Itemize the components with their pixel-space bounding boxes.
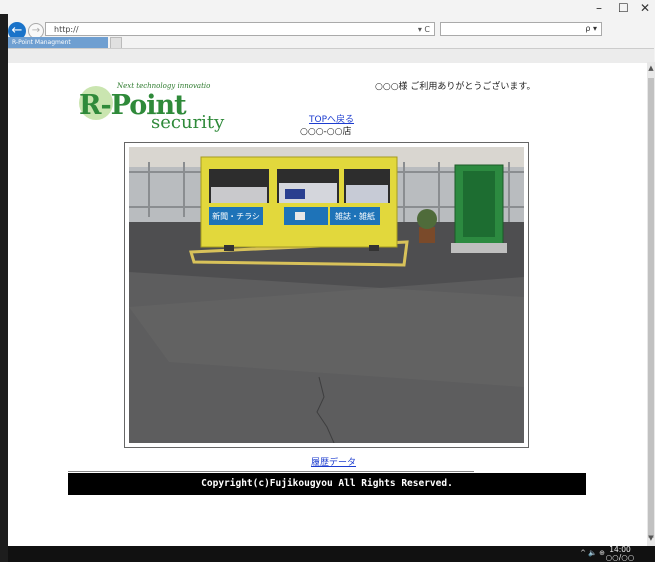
maximize-button[interactable]: ☐: [618, 2, 629, 14]
address-bar[interactable]: http:// ▾ C: [45, 22, 435, 36]
title-bar: – ☐ ✕: [0, 0, 655, 14]
greeting-text: ○○○様 ご利用ありがとうございます。: [375, 82, 536, 92]
sign-left: 新聞・チラシ: [212, 211, 260, 221]
footer-divider: [68, 471, 474, 472]
scroll-up-icon[interactable]: ▲: [647, 64, 655, 74]
clock[interactable]: 14:00 ○○/○○: [601, 546, 639, 562]
browser-chrome: – ☐ ✕ ← → http:// ▾ C ρ ▾ R-Point Managm…: [0, 0, 655, 63]
forward-arrow-icon: →: [31, 25, 41, 36]
clock-date: ○○/○○: [605, 553, 635, 562]
store-name: ○○○-○○店: [300, 127, 352, 137]
camera-image: 新聞・チラシ 雑誌・雑紙: [129, 147, 524, 443]
scroll-down-icon[interactable]: ▼: [647, 534, 655, 544]
r-point-logo: Next technology innovatio R-Point securi…: [75, 80, 235, 133]
copyright-footer: Copyright(c)Fujikougyou All Rights Reser…: [68, 473, 586, 495]
camera-view: 新聞・チラシ 雑誌・雑紙: [124, 142, 529, 448]
logo-tagline: Next technology innovatio: [117, 82, 211, 90]
search-input[interactable]: ρ ▾: [440, 22, 602, 36]
scroll-thumb[interactable]: [648, 78, 654, 538]
tab-r-point[interactable]: R-Point Managment: [8, 37, 108, 48]
address-url: http://: [54, 25, 79, 34]
minimize-button[interactable]: –: [596, 2, 602, 14]
window-frame: [0, 14, 8, 562]
vertical-scrollbar[interactable]: ▲ ▼: [647, 62, 655, 546]
toolbar-strip: [8, 48, 654, 63]
logo-sub: security: [151, 112, 225, 133]
back-arrow-icon: ←: [11, 23, 23, 38]
taskbar: ^ 🔈 ⊕ 14:00 ○○/○○: [8, 546, 655, 562]
refresh-icon[interactable]: ▾ C: [418, 23, 430, 37]
tab-title: R-Point Managment: [12, 39, 71, 46]
search-icon[interactable]: ρ ▾: [585, 23, 597, 35]
sign-right: 雑誌・雑紙: [335, 211, 375, 221]
close-button[interactable]: ✕: [640, 2, 650, 14]
history-data-link[interactable]: 履歴データ: [311, 455, 356, 468]
